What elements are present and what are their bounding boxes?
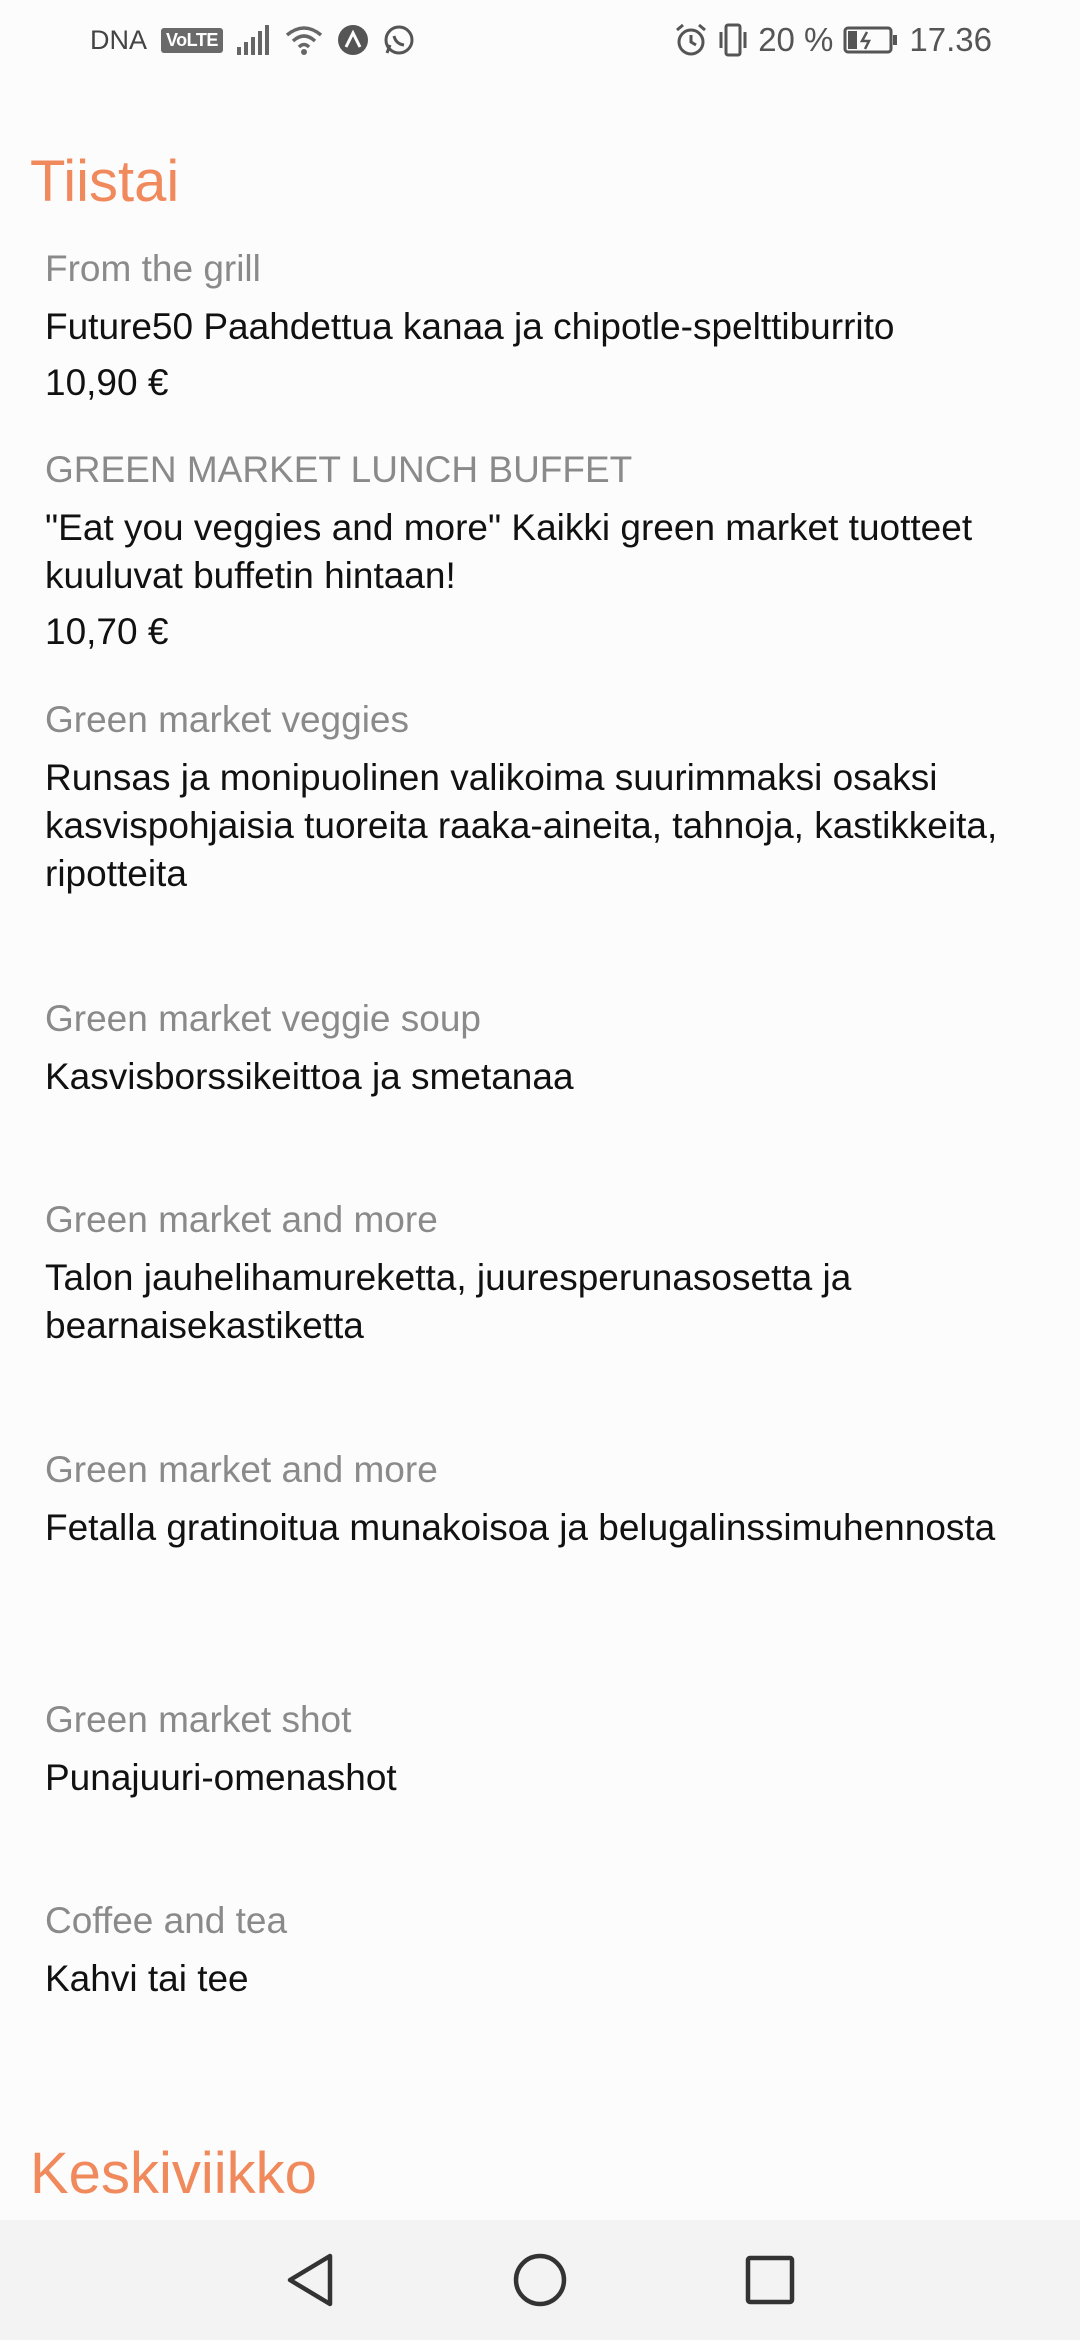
alarm-icon [674, 23, 708, 57]
menu-item: Green market shot Punajuuri-omenashot [45, 1696, 1055, 1802]
item-category: From the grill [45, 248, 261, 289]
back-button[interactable] [274, 2244, 346, 2316]
back-icon [287, 2253, 333, 2307]
item-category: Green market shot [45, 1699, 352, 1740]
menu-item: From the grill Future50 Paahdettua kanaa… [45, 245, 1055, 407]
signal-icon [236, 25, 271, 55]
item-price: 10,70 € [45, 611, 169, 652]
clock: 17.36 [909, 21, 992, 58]
recents-button[interactable] [734, 2244, 806, 2316]
item-category: Green market veggies [45, 699, 410, 740]
navigation-bar [0, 2220, 1080, 2340]
whatsapp-icon [383, 24, 415, 56]
volte-badge: VoLTE [161, 27, 223, 53]
battery-charging-icon [843, 26, 899, 54]
status-bar: DNA VoLTE 20 % 17.36 [0, 0, 1080, 80]
battery-percent: 20 % [758, 21, 834, 58]
app-notification-icon [337, 24, 369, 56]
item-category: Green market and more [45, 1199, 438, 1240]
item-category: Green market veggie soup [45, 998, 482, 1039]
status-bar-right: 20 % 17.36 [674, 18, 992, 62]
wifi-icon [285, 25, 323, 55]
recents-icon [745, 2255, 795, 2305]
item-description: Kahvi tai tee [45, 1958, 249, 1999]
menu-item: Coffee and tea Kahvi tai tee [45, 1897, 1055, 2003]
status-bar-left: DNA VoLTE [90, 18, 415, 62]
item-description: Runsas ja monipuolinen valikoima suurimm… [45, 757, 998, 894]
menu-item: Green market and more Fetalla gratinoitu… [45, 1446, 1055, 1552]
item-description: Punajuuri-omenashot [45, 1757, 397, 1798]
menu-item: GREEN MARKET LUNCH BUFFET "Eat you veggi… [45, 446, 1055, 656]
item-category: Green market and more [45, 1449, 438, 1490]
item-description: Kasvisborssikeittoa ja smetanaa [45, 1056, 574, 1097]
item-description: "Eat you veggies and more" Kaikki green … [45, 507, 973, 596]
home-icon [513, 2253, 567, 2307]
menu-item: Green market and more Talon jauhelihamur… [45, 1196, 1055, 1350]
item-category: GREEN MARKET LUNCH BUFFET [45, 449, 633, 490]
home-button[interactable] [504, 2244, 576, 2316]
day-title-keskiviikko: Keskiviikko [30, 2141, 317, 2206]
day-title-tiistai: Tiistai [30, 149, 180, 214]
item-category: Coffee and tea [45, 1900, 288, 1941]
vibrate-icon [718, 23, 748, 57]
carrier-label: DNA [90, 24, 148, 55]
item-description: Talon jauhelihamureketta, juuresperunaso… [45, 1257, 852, 1346]
item-description: Future50 Paahdettua kanaa ja chipotle-sp… [45, 306, 895, 347]
menu-item: Green market veggie soup Kasvisborssikei… [45, 995, 1055, 1101]
item-description: Fetalla gratinoitua munakoisoa ja beluga… [45, 1507, 996, 1548]
menu-item: Green market veggies Runsas ja monipuoli… [45, 696, 1055, 898]
item-price: 10,90 € [45, 362, 169, 403]
